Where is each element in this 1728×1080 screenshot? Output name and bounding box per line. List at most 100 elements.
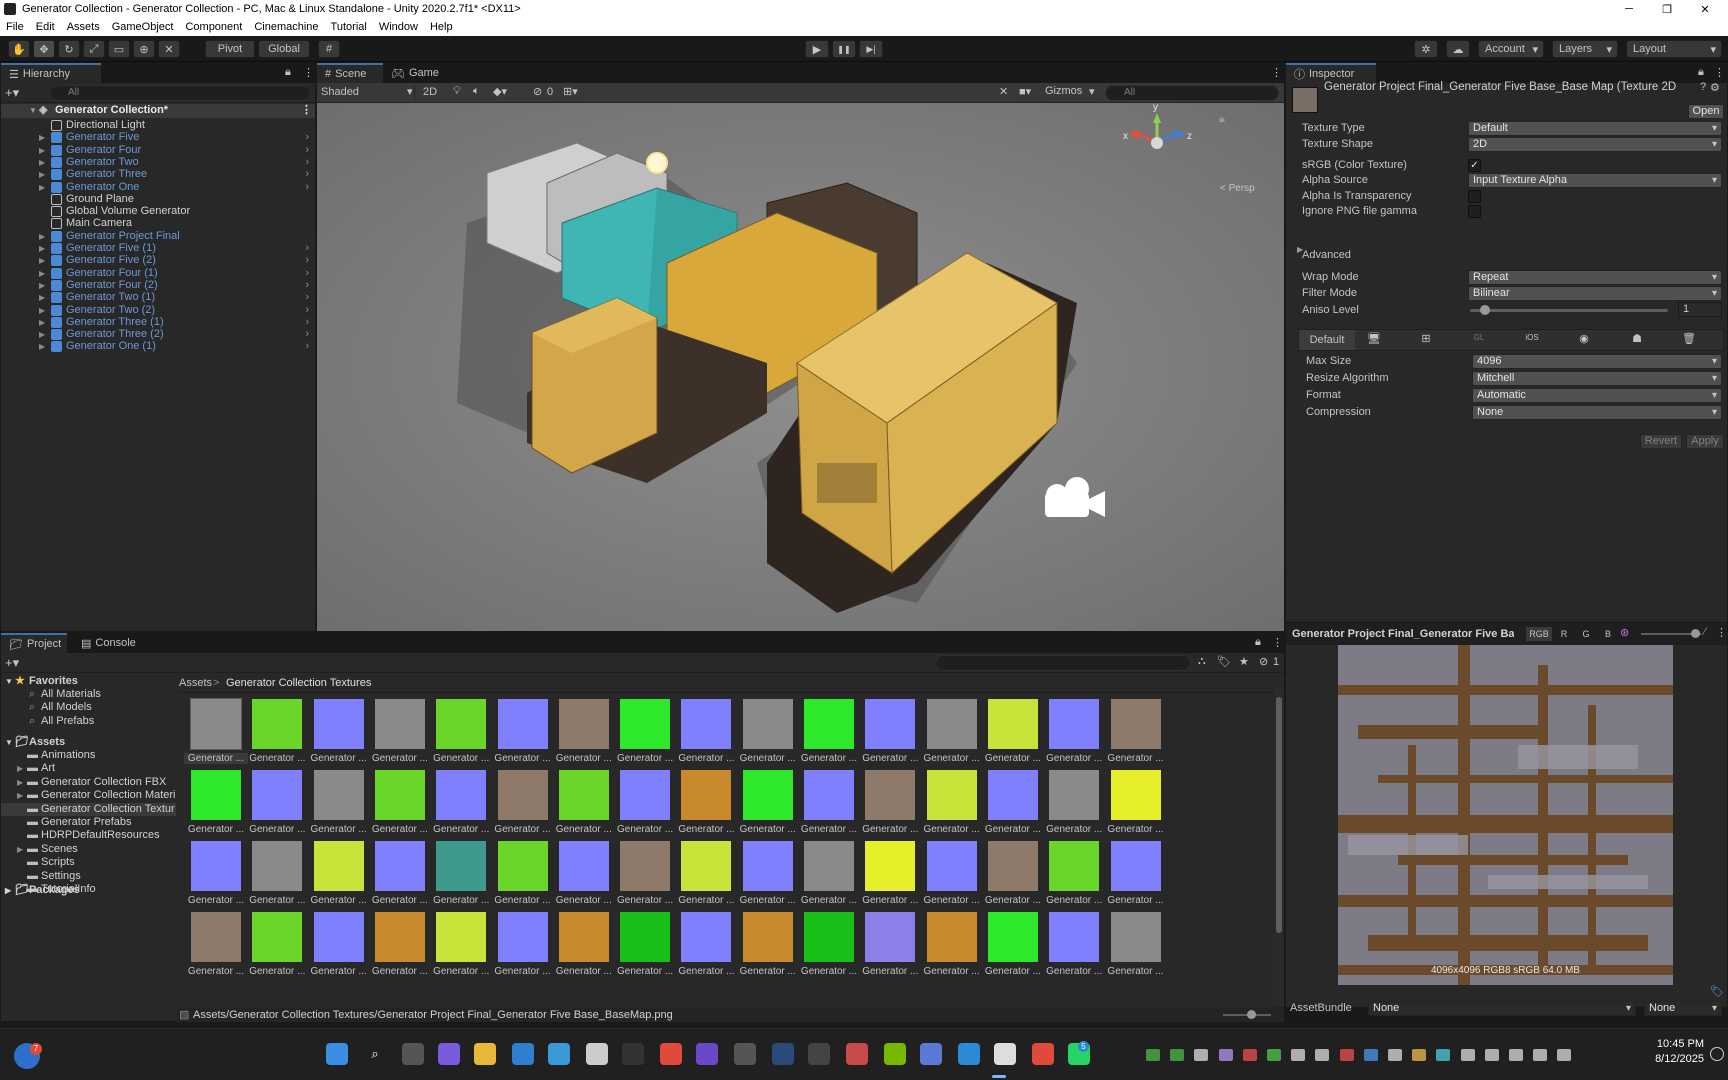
aniso-slider-handle[interactable] [1480, 305, 1490, 315]
platform-property-dropdown[interactable]: Mitchell [1472, 371, 1722, 386]
texture-label[interactable]: Generator ... [674, 753, 738, 764]
tray-icon[interactable] [1291, 1049, 1306, 1061]
expand-arrow-icon[interactable]: ▶ [17, 789, 23, 802]
texture-thumbnail[interactable] [865, 912, 916, 962]
texture-label[interactable]: Generator ... [368, 824, 432, 835]
hierarchy-item[interactable]: ▶ Generator Two (2) › [1, 304, 315, 317]
chevron-right-icon[interactable]: › [305, 156, 309, 169]
texture-thumbnail[interactable] [191, 770, 241, 820]
hierarchy-item[interactable]: ▶ Generator Five (2) › [1, 254, 315, 267]
rect-tool-icon[interactable]: ▭ [108, 40, 130, 58]
rotate-tool-icon[interactable]: ↻ [58, 40, 80, 58]
hierarchy-item[interactable]: ▶ Generator Project Final [1, 230, 315, 243]
texture-thumbnail[interactable] [374, 699, 425, 749]
tray-icon[interactable] [1339, 1049, 1354, 1061]
app-icon[interactable] [920, 1043, 942, 1065]
assetbundle-dropdown[interactable]: None [1368, 1001, 1636, 1016]
tray-icon[interactable] [1436, 1049, 1451, 1061]
texture-thumbnail[interactable] [374, 841, 425, 891]
alien-icon[interactable] [586, 1043, 608, 1065]
texture-label[interactable]: Generator ... [184, 753, 248, 764]
more-icon[interactable]: ⋮ [303, 66, 314, 79]
texture-thumbnail[interactable] [252, 699, 303, 749]
asset-folder[interactable]: ▬ Animations [1, 749, 176, 762]
texture-thumbnail[interactable] [742, 770, 793, 820]
pause-button[interactable]: ❚❚ [832, 40, 856, 58]
texture-thumbnail[interactable] [558, 912, 609, 962]
expand-arrow-icon[interactable]: ▶ [39, 254, 45, 267]
steam-icon[interactable] [772, 1043, 794, 1065]
texture-label[interactable]: Generator ... [613, 753, 677, 764]
hierarchy-item[interactable]: Global Volume Generator [1, 205, 315, 218]
texture-thumbnail[interactable] [1110, 841, 1161, 891]
chevron-right-icon[interactable]: › [305, 131, 309, 144]
chevron-right-icon[interactable]: › [305, 304, 309, 317]
texture-thumbnail[interactable] [681, 841, 732, 891]
tray-icon[interactable] [1460, 1049, 1475, 1061]
texture-label[interactable]: Generator ... [674, 824, 738, 835]
hierarchy-item[interactable]: ▶ Generator Three › [1, 168, 315, 181]
platform-property-dropdown[interactable]: 4096 [1472, 354, 1722, 369]
texture-thumbnail[interactable] [620, 770, 671, 820]
apply-button[interactable]: Apply [1686, 434, 1724, 449]
chevron-right-icon[interactable]: › [305, 279, 309, 292]
texture-label[interactable]: Generator ... [858, 824, 922, 835]
advanced-foldout[interactable]: Advanced [1302, 247, 1351, 263]
effects-icon[interactable]: ◆▾ [493, 85, 507, 98]
menu-component[interactable]: Component [179, 21, 248, 33]
texture-thumbnail[interactable] [313, 841, 364, 891]
assetbundle-variant-dropdown[interactable]: None [1644, 1001, 1722, 1016]
visibility-icon[interactable]: ⊘ [533, 85, 542, 98]
chevron-right-icon[interactable]: › [305, 267, 309, 280]
app-icon[interactable] [548, 1043, 570, 1065]
clock-date[interactable]: 8/12/2025 [1644, 1053, 1704, 1065]
breadcrumb-textures[interactable]: Generator Collection Textures [226, 677, 371, 689]
texture-thumbnail[interactable] [926, 841, 977, 891]
tab-console[interactable]: ▤ Console [73, 633, 149, 653]
texture-label[interactable]: Generator ... [552, 966, 616, 977]
tray-icon[interactable] [1484, 1049, 1499, 1061]
hierarchy-item[interactable]: ▶ Generator Five (1) › [1, 242, 315, 255]
asset-folder[interactable]: ▬ Generator Prefabs [1, 816, 176, 829]
chrome-icon[interactable] [660, 1043, 682, 1065]
scale-tool-icon[interactable]: ⤢ [83, 40, 105, 58]
tray-icon[interactable] [1363, 1049, 1378, 1061]
texture-thumbnail[interactable] [497, 912, 548, 962]
texture-thumbnail[interactable] [742, 912, 793, 962]
texture-thumbnail[interactable] [252, 912, 303, 962]
texture-thumbnail[interactable] [681, 699, 732, 749]
chevron-right-icon[interactable]: › [305, 328, 309, 341]
property-checkbox[interactable] [1468, 190, 1481, 203]
step-button[interactable]: ▶| [859, 40, 883, 58]
texture-label[interactable]: Generator ... [797, 895, 861, 906]
texture-label[interactable]: Generator ... [858, 753, 922, 764]
texture-label[interactable]: Generator ... [307, 753, 371, 764]
texture-label[interactable]: Generator ... [736, 895, 800, 906]
asset-folder[interactable]: ▬ Generator Collection Textur [1, 802, 176, 816]
texture-label[interactable]: Generator ... [245, 895, 309, 906]
expand-arrow-icon[interactable]: ▶ [39, 156, 45, 169]
texture-thumbnail[interactable] [987, 770, 1038, 820]
grid-toggle-icon[interactable]: ⊞▾ [563, 85, 578, 98]
texture-thumbnail[interactable] [313, 770, 364, 820]
texture-label[interactable]: Generator ... [491, 895, 555, 906]
trash-icon[interactable]: 🗑︎ [1674, 332, 1704, 345]
texture-thumbnail[interactable] [497, 841, 548, 891]
texture-label[interactable]: Generator ... [1042, 966, 1106, 977]
menu-assets[interactable]: Assets [61, 21, 106, 33]
chevron-right-icon[interactable]: › [305, 316, 309, 329]
channel-rgb-button[interactable]: RGB [1526, 627, 1552, 641]
menu-window[interactable]: Window [373, 21, 424, 33]
texture-label[interactable]: Generator ... [491, 824, 555, 835]
lighting-icon[interactable]: 💡︎ [453, 85, 461, 98]
expand-arrow-icon[interactable]: ▶ [39, 267, 45, 280]
unity-icon[interactable] [994, 1043, 1016, 1065]
hidden-packages-icon[interactable]: ⊘ [1259, 655, 1268, 668]
ios-icon[interactable]: iOS [1517, 333, 1547, 342]
channel-r-button[interactable]: R [1556, 627, 1572, 641]
tab-scene[interactable]: # Scene [317, 63, 383, 83]
texture-thumbnail[interactable] [804, 699, 854, 749]
hierarchy-item[interactable]: ▶ Generator Two (1) › [1, 291, 315, 304]
transform-tool-icon[interactable]: ⊕ [133, 40, 155, 58]
tab-hierarchy[interactable]: ☰ Hierarchy [1, 63, 101, 83]
